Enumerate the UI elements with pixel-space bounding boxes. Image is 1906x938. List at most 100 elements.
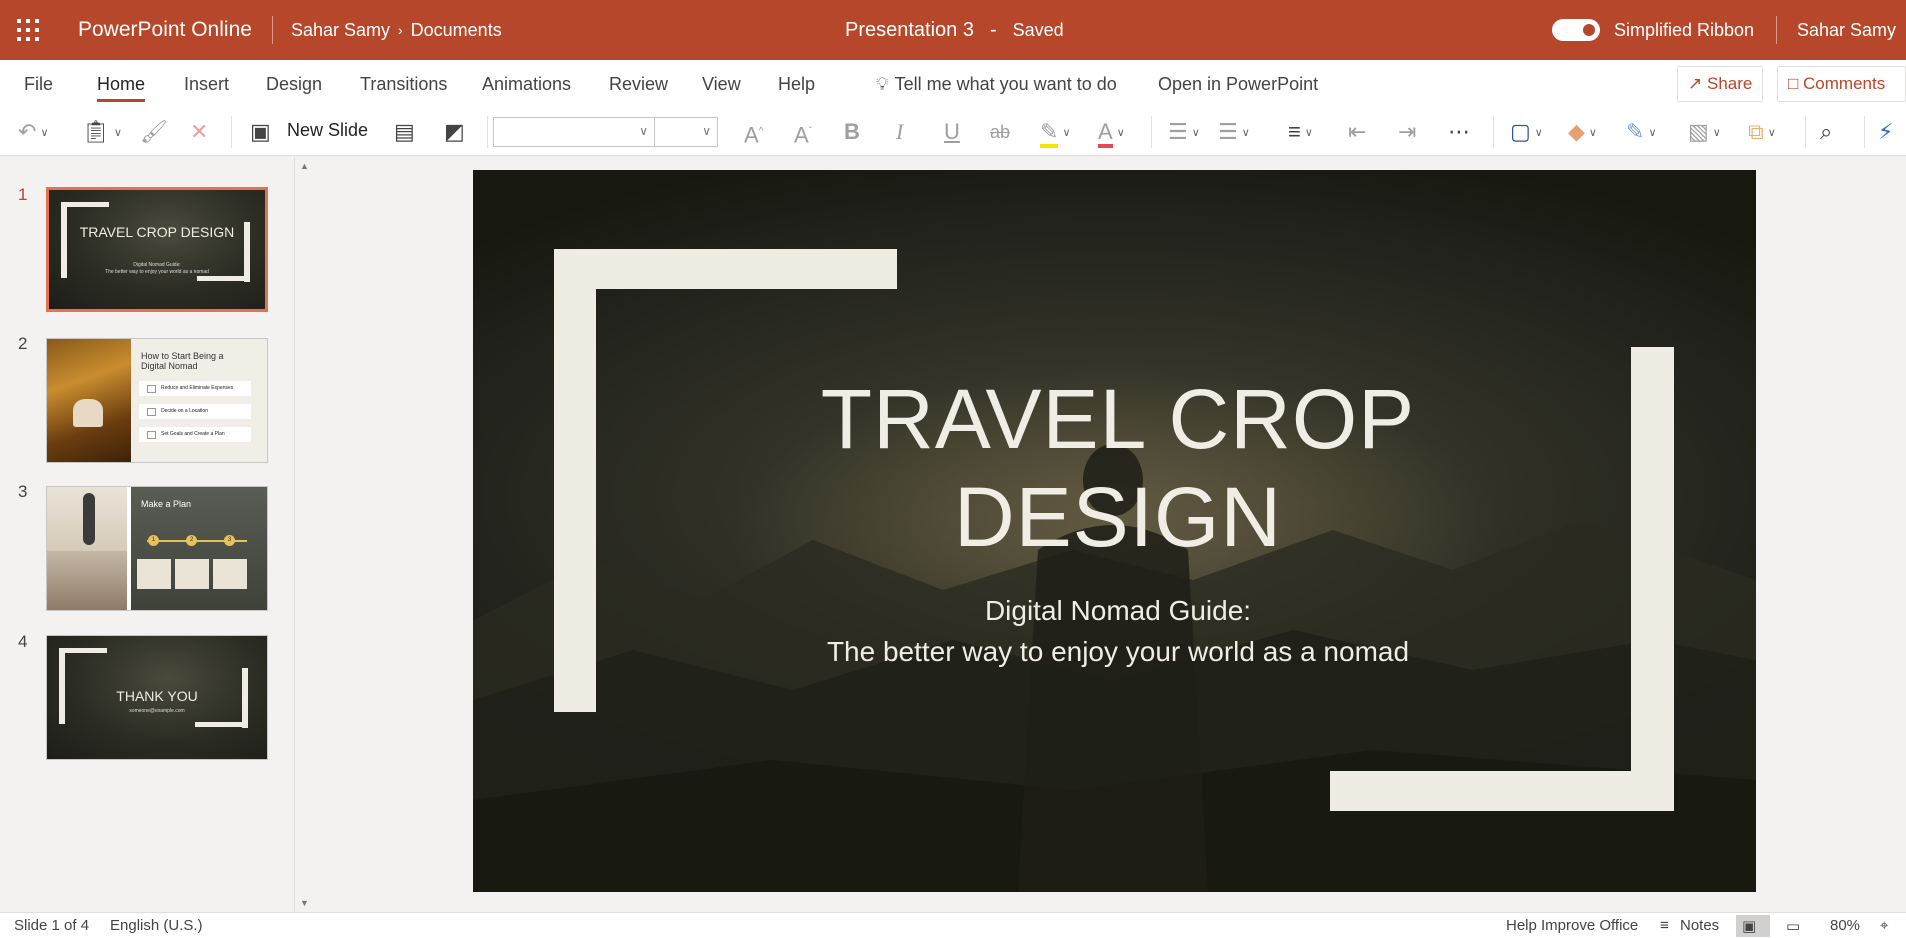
tab-insert[interactable]: Insert [184, 60, 229, 108]
shape-fill-icon[interactable]: ◆ ∨ [1568, 120, 1597, 144]
pane-scrollbar[interactable]: ▲ ▼ [294, 157, 316, 912]
thumbnail-subtitle: someone@example.com [129, 708, 185, 714]
shrink-font-icon[interactable]: Aˇ [794, 120, 812, 147]
shapes-icon[interactable]: ▢ ∨ [1510, 120, 1543, 144]
breadcrumb-folder[interactable]: Documents [411, 20, 502, 41]
highlight-icon[interactable]: ✎ ∨ [1040, 119, 1071, 148]
thumbnail-title: How to Start Being a Digital Nomad [141, 351, 224, 371]
new-slide-button[interactable]: New Slide [287, 120, 368, 141]
slide-thumbnail-pane: ▲ ▼ 1 TRAVEL CROP DESIGN Digital Nomad G… [0, 157, 316, 912]
document-name[interactable]: Presentation 3 [845, 19, 974, 41]
open-in-powerpoint-link[interactable]: Open in PowerPoint [1158, 60, 1318, 108]
designer-icon[interactable]: ⚡︎ [1878, 120, 1893, 144]
slideshow-icon[interactable]: ▭ [1786, 917, 1800, 935]
grow-font-icon[interactable]: A^ [744, 120, 763, 147]
share-button[interactable]: ↗ Share [1677, 66, 1764, 102]
app-name[interactable]: PowerPoint Online [78, 16, 273, 44]
language-indicator[interactable]: English (U.S.) [110, 917, 203, 934]
more-icon[interactable]: ⋯ [1448, 120, 1470, 144]
background-icon[interactable]: ◩ [444, 120, 465, 144]
tab-help[interactable]: Help [778, 60, 815, 108]
ribbon-tabs: File Home Insert Design Transitions Anim… [0, 60, 1906, 108]
slide-thumbnail-3[interactable]: Make a Plan 1 2 3 [46, 486, 268, 611]
thumbnail-list-item: Reduce and Eliminate Expenses [139, 381, 251, 396]
notes-icon[interactable]: ≡ [1660, 917, 1669, 934]
clipboard-icon[interactable]: 📋︎ ∨ [82, 120, 122, 144]
breadcrumb-user[interactable]: Sahar Samy [291, 20, 390, 41]
bold-icon[interactable]: B [844, 120, 860, 144]
layout-icon[interactable]: ▤ [394, 120, 415, 144]
slide-thumbnail-4[interactable]: THANK YOU someone@example.com [46, 635, 268, 760]
slide-title-line: DESIGN [953, 470, 1283, 564]
thumbnail-image [47, 487, 127, 551]
search-icon[interactable]: ⌕ [1820, 120, 1832, 144]
bottom-right-bracket [1330, 771, 1674, 811]
zoom-level[interactable]: 80% [1830, 917, 1860, 934]
timeline-step: 2 [186, 535, 197, 546]
align-icon[interactable]: ≡ ∨ [1288, 120, 1313, 144]
notes-button[interactable]: Notes [1680, 917, 1719, 934]
numbering-icon[interactable]: ☰ ∨ [1218, 120, 1250, 144]
timeline-card [175, 559, 209, 589]
share-label: Share [1706, 74, 1753, 93]
tab-file[interactable]: File [24, 60, 53, 108]
chevron-down-icon: ∨ [639, 124, 648, 138]
title-bar: PowerPoint Online Sahar Samy › Documents… [0, 0, 1906, 60]
account-name[interactable]: Sahar Samy [1797, 0, 1896, 60]
document-title[interactable]: Presentation 3- Saved [845, 0, 1064, 60]
thumbnail-title: THANK YOU [116, 688, 198, 704]
slide-thumbnail-1[interactable]: TRAVEL CROP DESIGN Digital Nomad Guide: T… [46, 187, 268, 312]
tell-me-search[interactable]: 💡︎ Tell me what you want to do [876, 60, 1117, 108]
picture-icon[interactable]: ▧ ∨ [1688, 120, 1721, 144]
tab-home[interactable]: Home [97, 60, 146, 108]
underline-icon[interactable]: U [944, 120, 960, 144]
thumbnail-subtitle: Digital Nomad Guide: The better way to en… [105, 262, 209, 275]
arrange-icon[interactable]: ⧉ ∨ [1748, 120, 1776, 144]
font-name-dropdown[interactable]: ∨ [493, 117, 655, 147]
timeline-step: 1 [148, 535, 159, 546]
slide-subtitle-line: The better way to enjoy your world as a … [826, 636, 1410, 667]
ribbon-home: ↶ ∨ 📋︎ ∨ 🖌︎ ✕ ▣ New Slide ▤ ◩ ∨ ∨ A^ Aˇ B … [0, 108, 1906, 156]
thumbnail-image [47, 339, 131, 462]
bullets-icon[interactable]: ☰ ∨ [1168, 120, 1200, 144]
slide-subtitle[interactable]: Digital Nomad Guide: The better way to e… [718, 590, 1518, 672]
help-improve-office-link[interactable]: Help Improve Office [1506, 917, 1638, 934]
font-color-icon[interactable]: A ∨ [1098, 119, 1125, 148]
clear-icon[interactable]: ✕ [190, 120, 208, 144]
timeline-card [137, 559, 171, 589]
top-left-bracket [554, 249, 596, 712]
waffle-icon[interactable] [0, 0, 56, 60]
shape-outline-icon[interactable]: ✎ ∨ [1626, 120, 1657, 144]
font-size-dropdown[interactable]: ∨ [654, 117, 718, 147]
bracket-shape [61, 202, 109, 207]
format-painter-icon[interactable]: 🖌︎ [140, 120, 168, 144]
comment-icon: □ [1788, 74, 1799, 93]
new-slide-icon[interactable]: ▣ [250, 120, 271, 144]
ribbon-divider [1493, 116, 1494, 148]
slide-position: Slide 1 of 4 [14, 917, 90, 934]
bracket-shape [59, 648, 107, 653]
slide-thumbnail-2[interactable]: How to Start Being a Digital Nomad Reduc… [46, 338, 268, 463]
strikethrough-icon[interactable]: ab [990, 120, 1010, 144]
slide-title[interactable]: TRAVEL CROP DESIGN [768, 370, 1468, 566]
tab-view[interactable]: View [702, 60, 741, 108]
italic-icon[interactable]: I [896, 120, 903, 144]
current-slide[interactable]: TRAVEL CROP DESIGN Digital Nomad Guide: … [473, 170, 1756, 892]
scroll-down-icon[interactable]: ▼ [300, 898, 309, 908]
timeline-card [213, 559, 247, 589]
decrease-indent-icon[interactable]: ⇤ [1348, 120, 1366, 144]
divider [1776, 16, 1777, 44]
simplified-ribbon-toggle[interactable] [1552, 19, 1600, 41]
tab-transitions[interactable]: Transitions [360, 60, 447, 108]
tab-animations[interactable]: Animations [482, 60, 571, 108]
increase-indent-icon[interactable]: ⇥ [1398, 120, 1416, 144]
lightbulb-icon: 💡︎ [876, 74, 889, 94]
slide-number: 4 [18, 632, 28, 651]
fit-to-window-icon[interactable]: ⌖ [1880, 917, 1888, 934]
undo-icon[interactable]: ↶ ∨ [18, 120, 49, 144]
comments-button[interactable]: □ Comments [1777, 66, 1906, 102]
tab-design[interactable]: Design [266, 60, 322, 108]
tab-review[interactable]: Review [609, 60, 668, 108]
status-bar: Slide 1 of 4 English (U.S.) Help Improve… [0, 912, 1906, 938]
scroll-up-icon[interactable]: ▲ [300, 161, 309, 171]
